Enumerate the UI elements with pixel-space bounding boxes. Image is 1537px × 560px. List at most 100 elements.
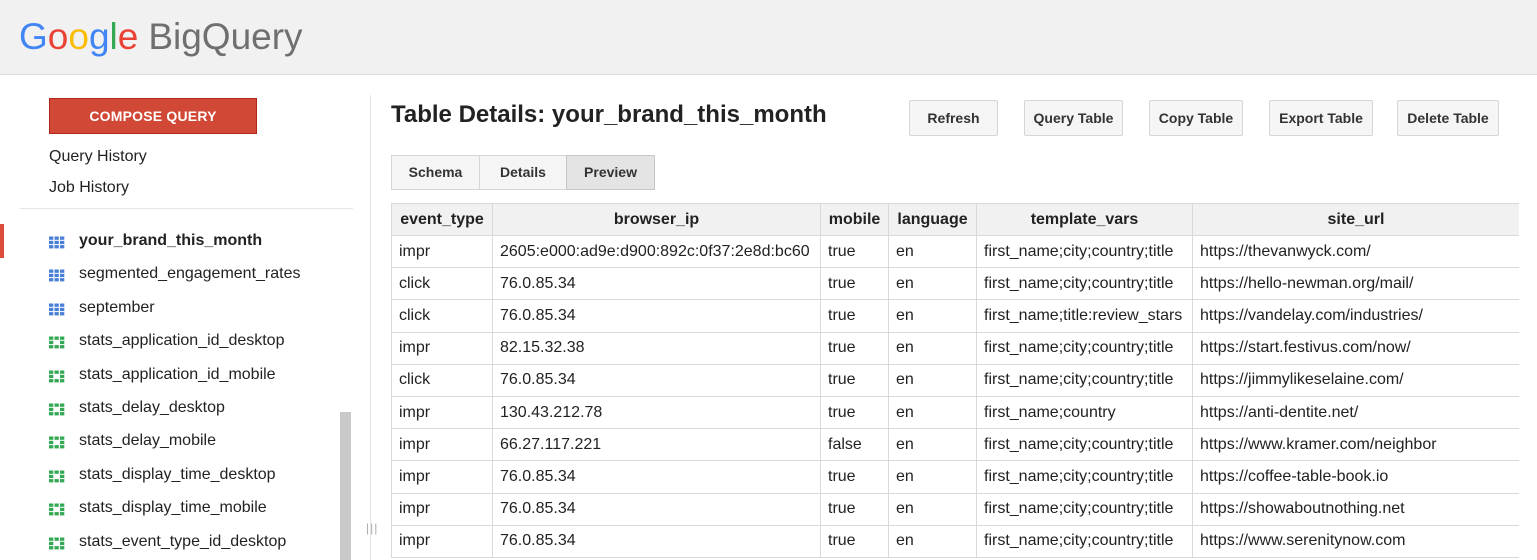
table-icon (49, 236, 65, 249)
view-icon (49, 470, 65, 483)
table-cell: first_name;city;country;title (976, 267, 1193, 301)
sidebar-scrollbar[interactable] (340, 412, 351, 560)
table-cell: 76.0.85.34 (492, 460, 821, 494)
logo-letter: g (88, 16, 110, 57)
compose-query-button[interactable]: COMPOSE QUERY (49, 98, 257, 134)
resize-handle-icon[interactable]: ||| (366, 521, 377, 541)
view-icon (49, 370, 65, 382)
table-cell: https://www.kramer.com/neighbor (1192, 428, 1519, 462)
table-cell: https://thevanwyck.com/ (1192, 234, 1519, 269)
sidebar-table-name: stats_application_id_mobile (79, 365, 276, 383)
job-history-link[interactable]: Job History (49, 179, 129, 197)
query-table-button[interactable]: Query Table (1024, 100, 1123, 136)
query-history-link[interactable]: Query History (49, 148, 147, 166)
copy-table-button[interactable]: Copy Table (1149, 100, 1243, 136)
preview-table-container: event_type browser_ip mobile language templa… (391, 203, 1519, 560)
sidebar-table-item[interactable]: september (0, 293, 340, 326)
logo-letter: G (19, 16, 48, 57)
tab-schema[interactable]: Schema (391, 155, 480, 190)
view-icon (49, 503, 65, 516)
table-cell: first_name;country (976, 395, 1193, 430)
table-cell: 76.0.85.34 (492, 267, 821, 301)
sidebar-table-item[interactable]: segmented_engagement_rates (0, 259, 340, 292)
logo-letter: l (109, 16, 118, 57)
sidebar-table-item[interactable]: your_brand_this_month (0, 226, 340, 259)
refresh-button[interactable]: Refresh (909, 100, 998, 136)
table-cell: first_name;title:review_stars (976, 299, 1193, 333)
view-icon (49, 436, 65, 449)
sidebar-table-item[interactable]: stats_application_id_desktop (0, 326, 340, 359)
table-cell: en (888, 299, 977, 333)
view-icon (49, 537, 65, 549)
sidebar-table-name: segmented_engagement_rates (79, 265, 301, 283)
table-cell: impr (391, 395, 493, 430)
table-cell: impr (391, 492, 493, 526)
delete-table-button[interactable]: Delete Table (1397, 100, 1499, 136)
table-cell: impr (391, 524, 493, 558)
table-cell: 2605:e000:ad9e:d900:892c:0f37:2e8d:bc60 (492, 234, 821, 269)
table-cell: en (888, 524, 977, 558)
table-cell: https://coffee-table-book.io (1192, 460, 1519, 494)
sidebar: COMPOSE QUERY Query History Job History … (0, 76, 370, 560)
table-row: click 76.0.85.34 true en first_name;city;cou… (391, 267, 1519, 301)
logo-letter: o (47, 16, 69, 57)
column-header: event_type (391, 203, 493, 236)
table-cell: impr (391, 331, 493, 365)
table-cell: true (820, 492, 889, 526)
table-header-row: event_type browser_ip mobile language templa… (391, 203, 1519, 236)
view-icon (49, 336, 65, 349)
table-cell: impr (391, 460, 493, 494)
table-cell: 76.0.85.34 (492, 299, 821, 333)
table-row: impr 76.0.85.34 true en first_name;city;coun… (391, 492, 1519, 526)
column-header: browser_ip (492, 203, 821, 236)
table-cell: en (888, 492, 977, 526)
sidebar-table-item[interactable]: stats_delay_desktop (0, 393, 340, 426)
table-cell: en (888, 267, 977, 301)
table-cell: true (820, 395, 889, 430)
table-cell: true (820, 267, 889, 301)
preview-table: event_type browser_ip mobile language templa… (391, 203, 1519, 558)
logo-letter: o (68, 16, 89, 57)
table-cell: en (888, 363, 977, 397)
tab-preview[interactable]: Preview (566, 155, 655, 190)
export-table-button[interactable]: Export Table (1269, 100, 1373, 136)
table-cell: 76.0.85.34 (492, 363, 821, 397)
sidebar-table-item[interactable]: stats_event_type_id_desktop (0, 527, 340, 560)
sidebar-table-item[interactable]: stats_application_id_mobile (0, 360, 340, 393)
logo-letter: e (117, 16, 139, 57)
table-cell: https://start.festivus.com/now/ (1192, 331, 1519, 365)
column-header: mobile (820, 203, 889, 236)
table-cell: 130.43.212.78 (492, 395, 821, 430)
table-row: impr 76.0.85.34 true en first_name;city;coun… (391, 460, 1519, 494)
table-cell: https://anti-dentite.net/ (1192, 395, 1519, 430)
table-cell: impr (391, 234, 493, 269)
table-cell: https://vandelay.com/industries/ (1192, 299, 1519, 333)
table-row: impr 2605:e000:ad9e:d900:892c:0f37:2e8d:b… (391, 234, 1519, 269)
table-row: click 76.0.85.34 true en first_name;city;cou… (391, 363, 1519, 397)
table-cell: click (391, 299, 493, 333)
sidebar-table-name: stats_display_time_desktop (79, 465, 276, 483)
google-bigquery-logo[interactable]: Google BigQuery (19, 13, 303, 61)
product-name: BigQuery (148, 16, 303, 57)
table-icon (49, 269, 65, 282)
table-icon (49, 303, 65, 316)
table-cell: true (820, 524, 889, 558)
table-cell: en (888, 460, 977, 494)
tab-details[interactable]: Details (479, 155, 567, 190)
sidebar-table-name: stats_delay_desktop (79, 398, 225, 416)
sidebar-table-name: stats_event_type_id_desktop (79, 532, 287, 550)
table-cell: impr (391, 428, 493, 462)
sidebar-table-name: stats_delay_mobile (79, 432, 216, 450)
page-title: Table Details: your_brand_this_month (391, 101, 827, 128)
column-header: language (888, 203, 977, 236)
sidebar-table-item[interactable]: stats_display_time_desktop (0, 460, 340, 493)
table-cell: first_name;city;country;title (976, 234, 1193, 269)
table-cell: first_name;city;country;title (976, 492, 1193, 526)
sidebar-table-item[interactable]: stats_display_time_mobile (0, 493, 340, 526)
table-cell: true (820, 363, 889, 397)
table-cell: 76.0.85.34 (492, 524, 821, 558)
sidebar-table-item[interactable]: stats_delay_mobile (0, 426, 340, 459)
sidebar-table-name: september (79, 298, 155, 316)
table-cell: 76.0.85.34 (492, 492, 821, 526)
view-icon (49, 403, 65, 416)
